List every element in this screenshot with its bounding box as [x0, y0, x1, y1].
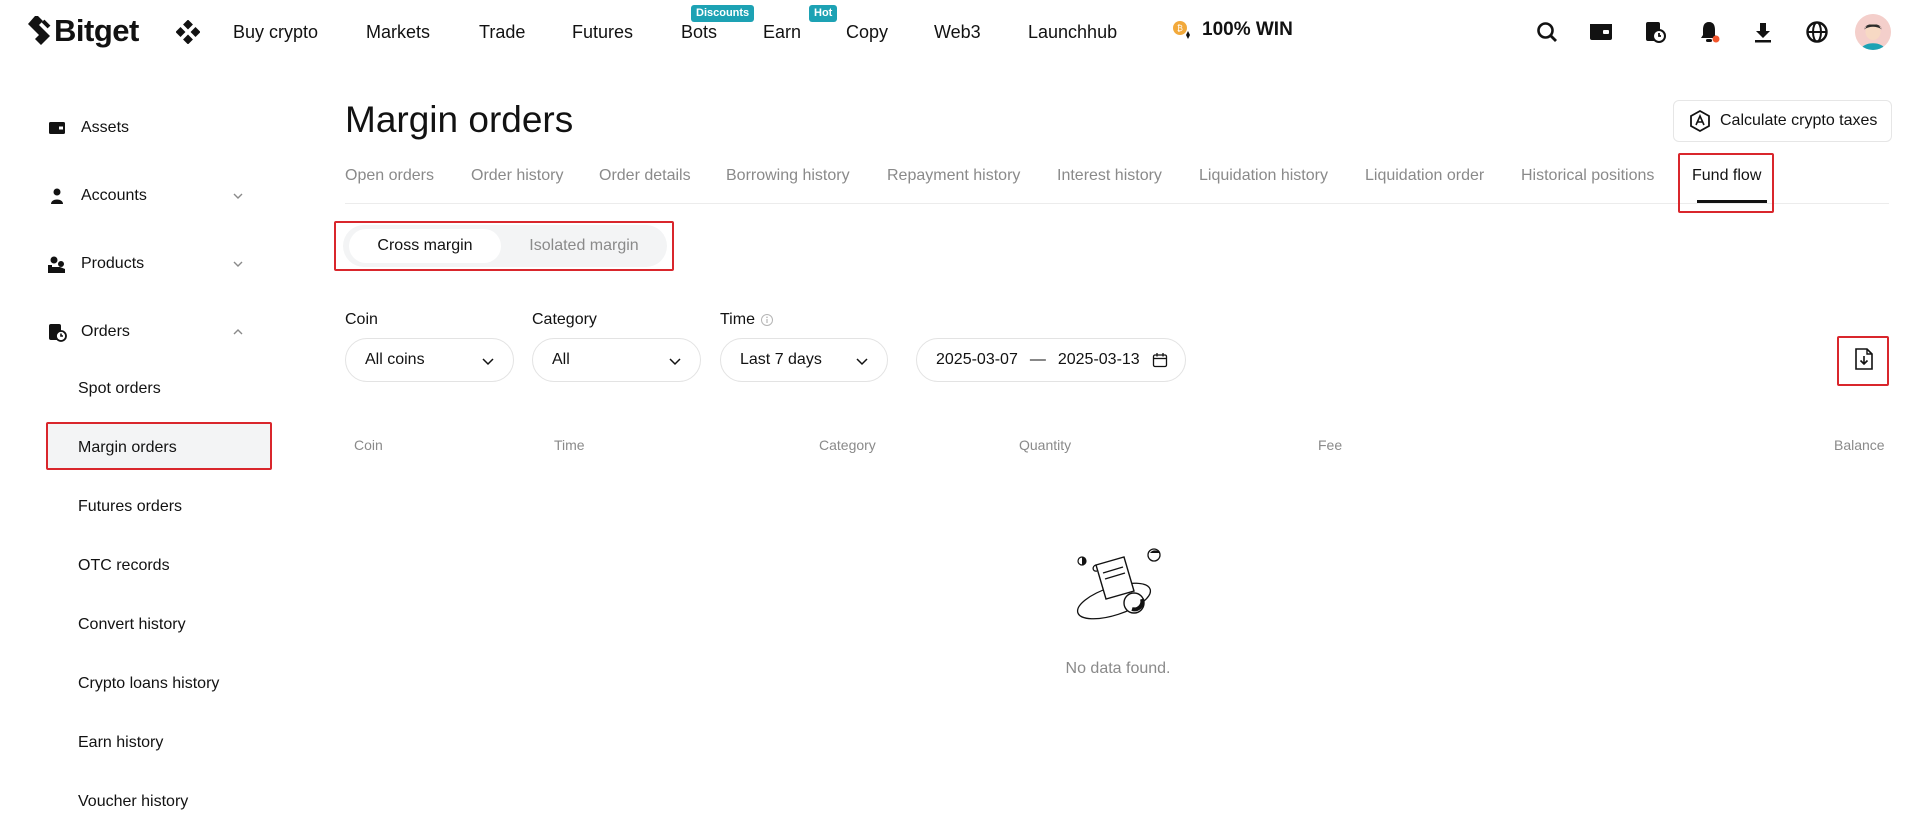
tab-liquidation-history[interactable]: Liquidation history: [1199, 166, 1328, 186]
time-select-value: Last 7 days: [740, 351, 822, 368]
category-filter-label: Category: [532, 311, 597, 328]
column-header-category: Category: [819, 437, 876, 453]
sidebar: Assets Accounts Products Orders Spot ord…: [0, 64, 280, 823]
sidebar-subitem-voucher-history[interactable]: Voucher history: [78, 791, 188, 813]
chevron-down-icon: [482, 358, 494, 366]
empty-state-message: No data found.: [1065, 660, 1171, 677]
nav-buy-crypto[interactable]: Buy crypto: [233, 20, 318, 44]
tax-button-label: Calculate crypto taxes: [1720, 112, 1878, 129]
date-range-picker[interactable]: 2025-03-07 — 2025-03-13: [916, 338, 1186, 382]
tab-repayment-history[interactable]: Repayment history: [887, 166, 1020, 186]
tax-icon: [1690, 109, 1710, 133]
empty-state-illustration-icon: [1076, 548, 1161, 620]
avatar[interactable]: [1855, 14, 1891, 50]
sidebar-item-label: Accounts: [81, 187, 147, 204]
chevron-down-icon: [856, 358, 868, 366]
chevron-up-icon: [233, 329, 243, 335]
orders-icon[interactable]: [1641, 18, 1669, 46]
tab-interest-history[interactable]: Interest history: [1057, 166, 1162, 186]
nav-earn[interactable]: Earn: [763, 20, 801, 44]
nav-futures[interactable]: Futures: [572, 20, 633, 44]
tab-historical-positions[interactable]: Historical positions: [1521, 166, 1654, 186]
info-icon[interactable]: [760, 313, 774, 327]
coin-select[interactable]: All coins: [345, 338, 514, 382]
date-separator: —: [1029, 351, 1046, 368]
products-icon: [46, 253, 68, 275]
apps-grid-icon[interactable]: [176, 20, 200, 44]
nav-trade[interactable]: Trade: [479, 20, 525, 44]
promo-banner[interactable]: ₿ 100% WIN: [1172, 19, 1293, 41]
sidebar-subitem-earn-history[interactable]: Earn history: [78, 732, 163, 754]
column-header-balance: Balance: [1834, 437, 1885, 453]
margin-toggle-highlight: [334, 221, 674, 271]
page-title: Margin orders: [345, 99, 574, 140]
orders-icon: [46, 321, 68, 343]
sidebar-subitem-otc-records[interactable]: OTC records: [78, 555, 170, 577]
category-select[interactable]: All: [532, 338, 701, 382]
time-filter-label: Time: [720, 310, 774, 330]
user-icon: [46, 185, 68, 207]
sidebar-subitem-crypto-loans-history[interactable]: Crypto loans history: [78, 673, 219, 695]
sidebar-item-assets[interactable]: Assets: [46, 114, 252, 142]
category-select-value: All: [552, 351, 570, 368]
sidebar-subitem-futures-orders[interactable]: Futures orders: [78, 496, 182, 518]
chevron-down-icon: [233, 261, 243, 267]
chevron-down-icon: [233, 193, 243, 199]
date-to: 2025-03-13: [1057, 351, 1140, 368]
wallet-icon: [46, 117, 68, 139]
sidebar-item-orders[interactable]: Orders: [46, 318, 252, 346]
chevron-down-icon: [669, 358, 681, 366]
sidebar-item-label: Assets: [81, 119, 130, 136]
svg-text:₿: ₿: [1177, 24, 1183, 33]
top-navigation: Bitget Buy crypto Markets Trade Futures …: [0, 0, 1916, 64]
column-header-coin: Coin: [354, 437, 383, 453]
download-icon[interactable]: [1749, 18, 1777, 46]
discounts-badge: Discounts: [691, 5, 755, 22]
nav-web3[interactable]: Web3: [934, 20, 981, 44]
column-header-quantity: Quantity: [1019, 437, 1072, 453]
column-header-fee: Fee: [1318, 437, 1343, 453]
bitget-logo-mark-icon: [28, 16, 51, 45]
sidebar-item-label: Products: [81, 255, 145, 272]
bitget-logo[interactable]: Bitget: [26, 12, 139, 50]
sidebar-item-label: Orders: [81, 323, 130, 340]
tab-liquidation-order[interactable]: Liquidation order: [1365, 166, 1484, 186]
coin-select-value: All coins: [365, 351, 425, 368]
time-filter-label-text: Time: [720, 311, 755, 328]
nav-markets[interactable]: Markets: [366, 20, 430, 44]
coin-filter-label: Coin: [345, 311, 378, 328]
date-from: 2025-03-07: [936, 351, 1018, 368]
user-avatar-icon: [1855, 14, 1891, 50]
tab-order-history[interactable]: Order history: [471, 166, 563, 186]
coin-promo-icon: ₿: [1173, 21, 1190, 39]
tab-order-details[interactable]: Order details: [599, 166, 691, 186]
order-tabs: Open orders Order history Order details …: [345, 162, 1889, 204]
sidebar-subitem-margin-orders[interactable]: Margin orders: [78, 437, 177, 459]
sidebar-subitem-spot-orders[interactable]: Spot orders: [78, 378, 161, 400]
bell-icon[interactable]: [1695, 18, 1723, 46]
sidebar-item-accounts[interactable]: Accounts: [46, 182, 252, 210]
calculate-crypto-taxes-button[interactable]: Calculate crypto taxes: [1673, 100, 1893, 142]
sidebar-subitem-convert-history[interactable]: Convert history: [78, 614, 186, 636]
wallet-icon[interactable]: [1587, 18, 1615, 46]
nav-copy[interactable]: Copy: [846, 20, 888, 44]
nav-bots[interactable]: Bots: [681, 20, 717, 44]
brand-name: Bitget: [54, 13, 139, 48]
search-icon[interactable]: [1533, 18, 1561, 46]
promo-text: 100% WIN: [1202, 19, 1293, 40]
tab-open-orders[interactable]: Open orders: [345, 166, 434, 186]
nav-launchhub[interactable]: Launchhub: [1028, 20, 1117, 44]
export-button-highlight: [1837, 336, 1889, 386]
globe-icon[interactable]: [1803, 18, 1831, 46]
hot-badge: Hot: [809, 5, 838, 22]
tab-borrowing-history[interactable]: Borrowing history: [726, 166, 850, 186]
time-select[interactable]: Last 7 days: [720, 338, 888, 382]
sidebar-item-products[interactable]: Products: [46, 250, 252, 278]
calendar-icon: [1152, 353, 1167, 368]
column-header-time: Time: [554, 437, 585, 453]
fund-flow-tab-highlight: [1678, 153, 1774, 213]
